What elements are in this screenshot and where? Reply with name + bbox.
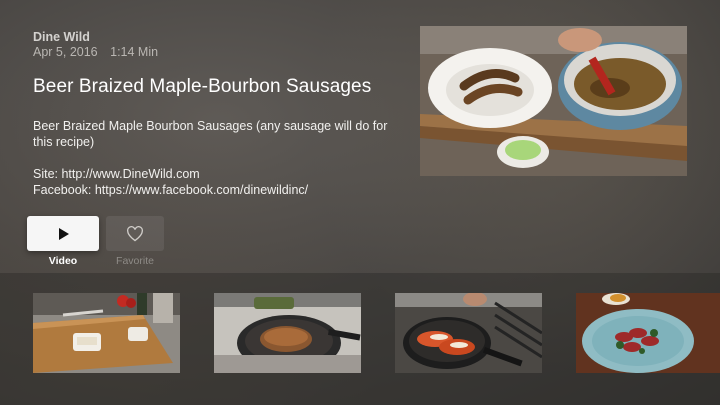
- related-video-grilled-lobster[interactable]: [395, 293, 542, 373]
- channel-name: Dine Wild: [33, 30, 90, 44]
- video-duration: 1:14 Min: [110, 45, 159, 59]
- site-link: Site: http://www.DineWild.com: [33, 167, 200, 181]
- video-button-label: Video: [48, 255, 78, 267]
- heart-icon: [127, 225, 143, 241]
- related-video-cutting-board[interactable]: [33, 293, 180, 373]
- favorite-button-label: Favorite: [116, 255, 154, 267]
- video-date: Apr 5, 2016: [33, 45, 98, 59]
- play-video-button[interactable]: [27, 216, 99, 251]
- description-text: Beer Braized Maple Bourbon Sausages (any…: [33, 119, 388, 149]
- facebook-link: Facebook: https://www.facebook.com/dinew…: [33, 183, 309, 197]
- related-video-plated-steak[interactable]: [576, 293, 720, 373]
- play-icon: [59, 227, 69, 240]
- video-meta: Apr 5, 2016 1:14 Min: [33, 45, 158, 59]
- video-title: Beer Braized Maple-Bourbon Sausages: [33, 76, 372, 97]
- hero-thumbnail: [420, 26, 687, 176]
- video-description: Beer Braized Maple Bourbon Sausages (any…: [33, 118, 393, 198]
- favorite-button[interactable]: [106, 216, 164, 251]
- related-video-skillet-roast[interactable]: [214, 293, 361, 373]
